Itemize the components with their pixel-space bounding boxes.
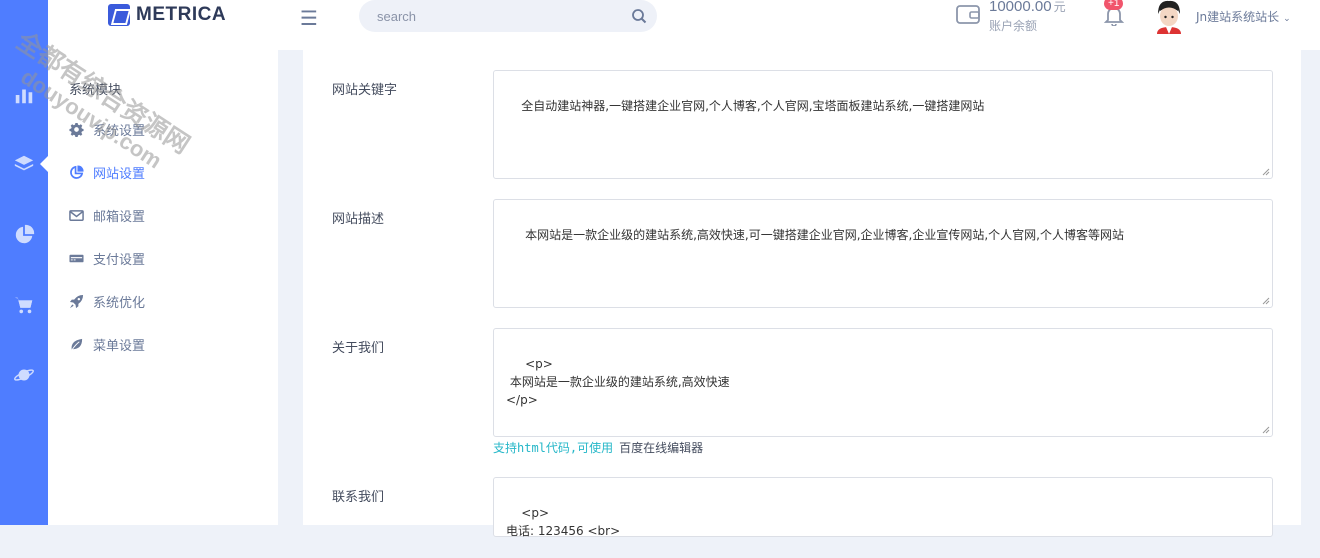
active-indicator (40, 156, 48, 172)
module-sidebar: 系统模块 系统设置 网站设置 邮箱设置 支付设置 系统优化 菜单设置 (48, 50, 278, 525)
sidebar-item-label: 系统优化 (93, 295, 146, 311)
search-box (359, 0, 657, 32)
html-support-hint: 支持html代码,可使用 (493, 441, 614, 455)
logo-mark-icon (108, 4, 130, 26)
user-name: Jn建站系统站长 (1196, 10, 1280, 24)
planet-icon[interactable] (0, 357, 48, 393)
sidebar-title: 系统模块 (69, 83, 122, 98)
avatar[interactable] (1154, 0, 1184, 34)
wallet-icon (956, 5, 980, 24)
user-menu[interactable]: Jn建站系统站长 ⌄ (1196, 8, 1291, 25)
mail-icon (68, 207, 84, 223)
sidebar-item-payment-settings[interactable]: 支付设置 (68, 248, 145, 268)
top-header: METRICA ☰ 10000.00元 账户余额 +1 Jn建站系统站长⌄ (48, 0, 1320, 50)
rocket-icon (68, 293, 84, 309)
keywords-label: 网站关键字 (332, 83, 398, 98)
chart-icon[interactable] (0, 77, 48, 113)
sidebar-item-system-optimize[interactable]: 系统优化 (68, 291, 145, 311)
sidebar-item-menu-settings[interactable]: 菜单设置 (68, 334, 145, 354)
contact-label: 联系我们 (332, 490, 385, 505)
contact-textarea[interactable]: <p> 电话: 123456 <br> (493, 477, 1273, 538)
balance-label: 账户余额 (989, 19, 1038, 33)
card-icon (68, 250, 84, 266)
sidebar-item-mail-settings[interactable]: 邮箱设置 (68, 205, 145, 225)
resize-handle-icon[interactable] (1262, 168, 1270, 176)
pie-icon (68, 164, 84, 180)
keywords-value: 全自动建站神器,一键搭建企业官网,个人博客,个人官网,宝塔面板建站系统,一键搭建… (521, 99, 985, 113)
description-textarea[interactable]: 本网站是一款企业级的建站系统,高效快速,可一键搭建企业官网,企业博客,企业宣传网… (493, 199, 1273, 308)
sidebar-item-label: 网站设置 (93, 166, 146, 182)
icon-rail (0, 0, 48, 525)
balance-amount: 10000.00 (989, 0, 1052, 15)
balance-unit: 元 (1053, 0, 1066, 14)
search-icon[interactable] (631, 8, 647, 24)
logo[interactable]: METRICA (108, 4, 226, 26)
keywords-textarea[interactable]: 全自动建站神器,一键搭建企业官网,个人博客,个人官网,宝塔面板建站系统,一键搭建… (493, 70, 1273, 179)
site-settings-form: 网站关键字 全自动建站神器,一键搭建企业官网,个人博客,个人官网,宝塔面板建站系… (303, 50, 1301, 538)
online-editor-link[interactable]: 百度在线编辑器 (619, 441, 703, 455)
sidebar-item-label: 支付设置 (93, 252, 146, 268)
logo-text: METRICA (136, 4, 227, 25)
resize-handle-icon[interactable] (1262, 297, 1270, 305)
about-value: <p> 本网站是一款企业级的建站系统,高效快速 </p> (506, 357, 730, 407)
about-hint: 支持html代码,可使用 百度在线编辑器 (493, 439, 703, 456)
cart-icon[interactable] (0, 287, 48, 323)
search-input[interactable] (377, 0, 617, 32)
account-balance: 10000.00 元 账户余额 (989, 0, 1066, 34)
menu-toggle-icon[interactable]: ☰ (300, 6, 318, 30)
leaf-icon (68, 336, 84, 352)
gear-icon (68, 121, 84, 137)
resize-handle-icon[interactable] (1262, 426, 1270, 434)
notification-badge: +1 (1104, 0, 1124, 10)
description-label: 网站描述 (332, 212, 385, 227)
pie-chart-icon[interactable] (0, 217, 48, 253)
sidebar-item-label: 邮箱设置 (93, 209, 146, 225)
contact-value: <p> 电话: 123456 <br> (506, 506, 621, 538)
sidebar-item-site-settings[interactable]: 网站设置 (68, 162, 145, 182)
about-textarea[interactable]: <p> 本网站是一款企业级的建站系统,高效快速 </p> (493, 328, 1273, 437)
sidebar-item-system-settings[interactable]: 系统设置 (68, 119, 145, 139)
sidebar-item-label: 菜单设置 (93, 338, 146, 354)
about-label: 关于我们 (332, 341, 385, 356)
chevron-down-icon: ⌄ (1283, 14, 1291, 24)
description-value: 本网站是一款企业级的建站系统,高效快速,可一键搭建企业官网,企业博客,企业宣传网… (521, 228, 1124, 242)
sidebar-item-label: 系统设置 (93, 123, 146, 139)
